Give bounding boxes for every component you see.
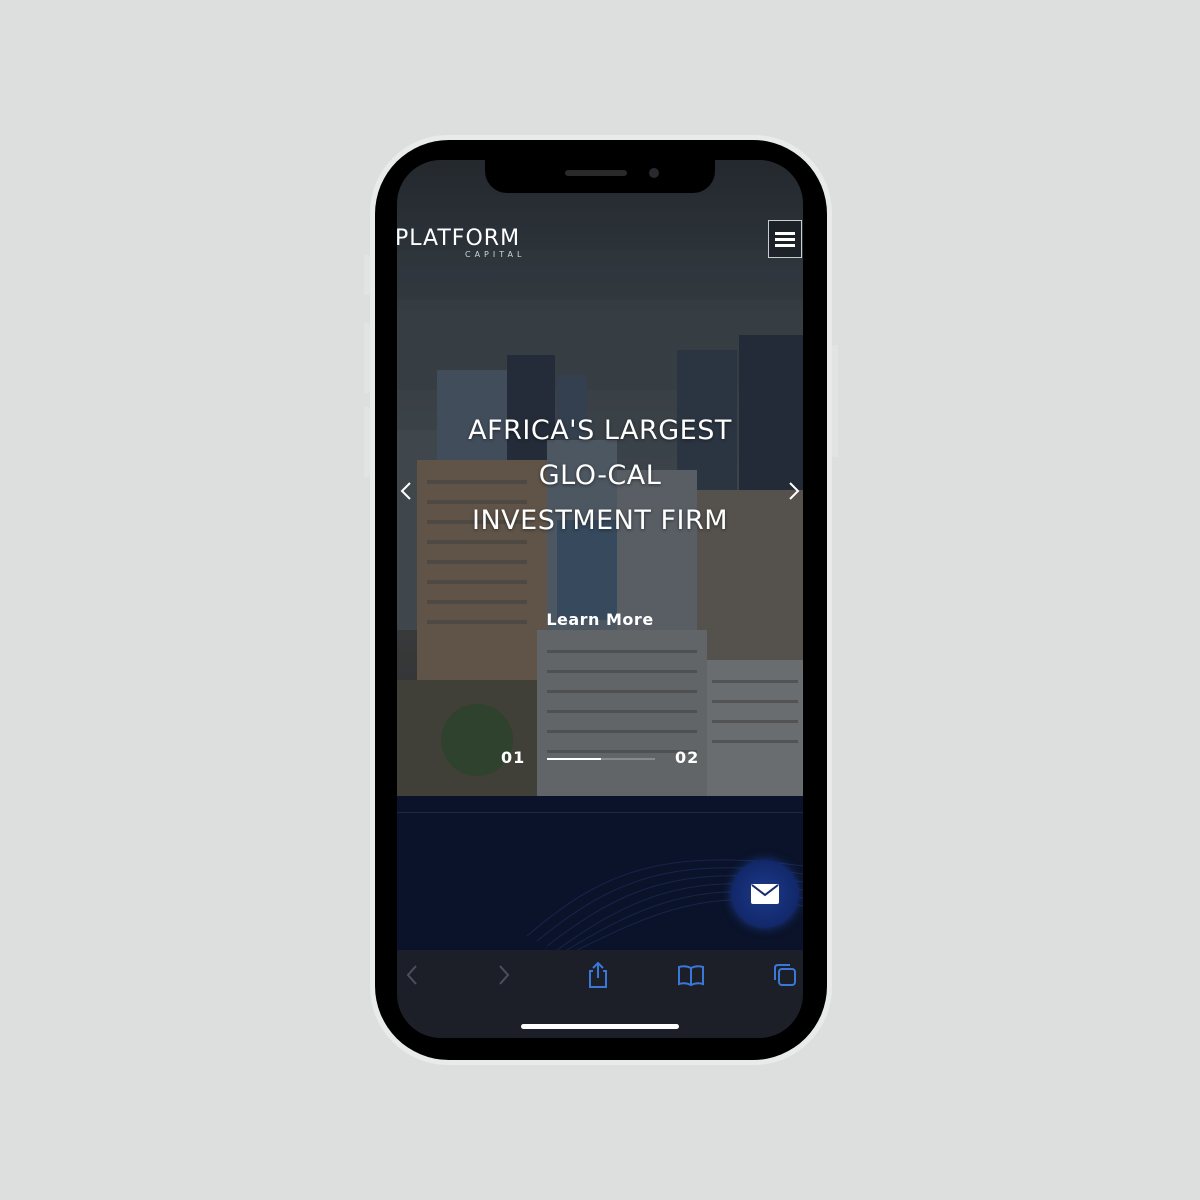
hero-title-line: AFRICA'S LARGEST — [468, 415, 732, 446]
chevron-left-icon — [400, 482, 411, 500]
share-icon — [589, 961, 607, 988]
hero-title-line: INVESTMENT FIRM — [472, 505, 728, 536]
home-indicator — [521, 1024, 679, 1029]
volume-up-button — [364, 323, 370, 393]
pager-progress-track — [547, 758, 655, 760]
hero-title: AFRICA'S LARGEST GLO-CAL INVESTMENT FIRM — [397, 408, 803, 543]
silent-switch — [364, 255, 370, 295]
contact-mail-button[interactable] — [731, 860, 799, 928]
safari-toolbar — [397, 950, 803, 1038]
pager-next[interactable]: 02 — [675, 748, 699, 767]
pager-progress-fill — [547, 758, 601, 760]
browser-forward-button[interactable] — [489, 960, 519, 990]
share-button[interactable] — [583, 960, 613, 990]
logo-wordmark: PLATFORM — [397, 226, 521, 251]
learn-more-button[interactable]: Learn More — [397, 610, 803, 629]
power-button — [832, 345, 838, 457]
bookmarks-button[interactable] — [676, 960, 706, 990]
hero-title-line: GLO-CAL — [538, 460, 662, 491]
earpiece-speaker — [565, 170, 627, 176]
chevron-right-icon — [499, 965, 510, 985]
front-camera — [649, 168, 659, 178]
book-icon — [678, 965, 704, 986]
browser-back-button[interactable] — [397, 960, 427, 990]
volume-down-button — [364, 407, 370, 477]
carousel-pager: 01 02 — [397, 748, 803, 768]
carousel-prev-button[interactable] — [399, 480, 413, 508]
platform-capital-logo[interactable]: PLATFORM CAPITAL — [397, 226, 521, 259]
phone-screen: PLATFORM CAPITAL AFRICA'S LARGEST GLO-CA… — [397, 160, 803, 1038]
chevron-left-icon — [406, 965, 417, 985]
chevron-right-icon — [789, 482, 800, 500]
mail-icon — [751, 884, 779, 904]
hamburger-icon — [775, 232, 795, 247]
menu-button[interactable] — [768, 220, 802, 258]
logo-subtitle: CAPITAL — [465, 250, 526, 259]
phone-notch — [485, 160, 715, 193]
tabs-icon — [774, 964, 796, 986]
pager-current[interactable]: 01 — [501, 748, 525, 767]
tabs-button[interactable] — [770, 960, 800, 990]
hero-carousel: PLATFORM CAPITAL AFRICA'S LARGEST GLO-CA… — [397, 160, 803, 796]
carousel-next-button[interactable] — [787, 480, 801, 508]
